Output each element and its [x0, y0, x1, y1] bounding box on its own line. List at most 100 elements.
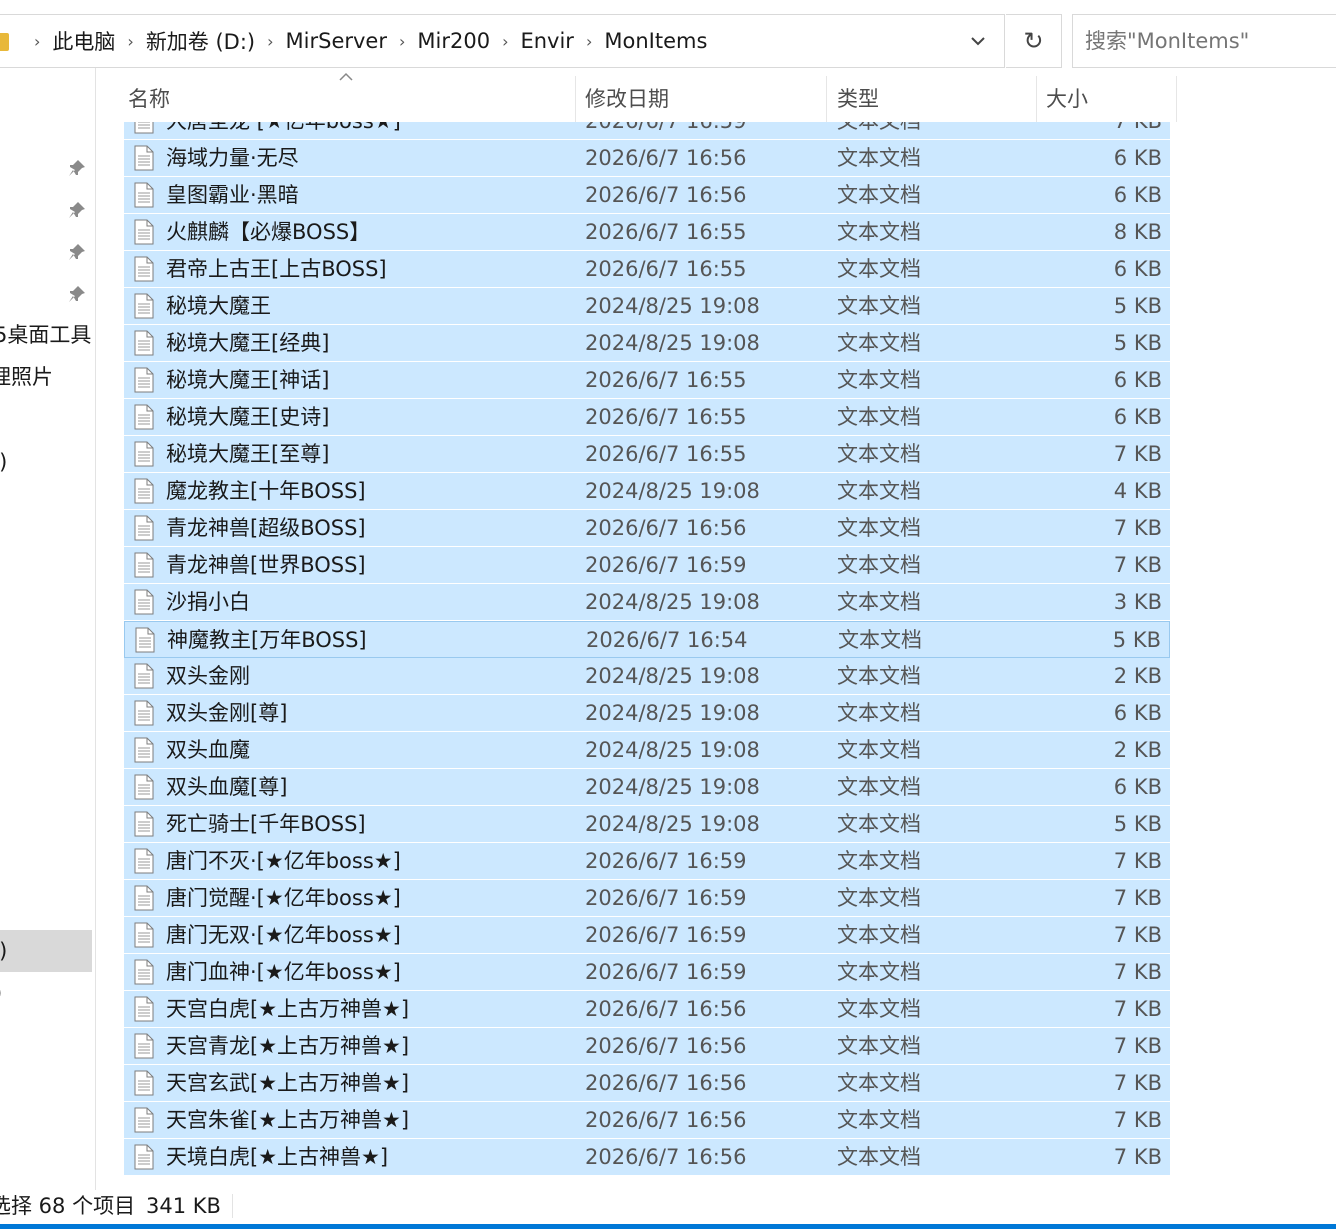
- file-type: 文本文档: [837, 664, 921, 688]
- file-modified-date: 2026/6/7 16:59: [585, 553, 747, 577]
- file-name: 双头金刚[尊]: [166, 701, 288, 725]
- file-row[interactable]: 唐门血神·[★亿年boss★] 2026/6/7 16:59 文本文档 7 KB: [124, 954, 1170, 991]
- nav-item-label: 5桌面工具: [0, 323, 92, 347]
- file-modified-date: 2026/6/7 16:55: [585, 220, 747, 244]
- file-type: 文本文档: [837, 590, 921, 614]
- column-header-size[interactable]: 大小: [1037, 76, 1177, 122]
- pin-icon[interactable]: [67, 284, 87, 304]
- file-row[interactable]: 唐门无双·[★亿年boss★] 2026/6/7 16:59 文本文档 7 KB: [124, 917, 1170, 954]
- file-row[interactable]: 秘境大魔王[史诗] 2026/6/7 16:55 文本文档 6 KB: [124, 399, 1170, 436]
- file-size: 5 KB: [1112, 628, 1161, 652]
- file-row[interactable]: 火麒麟【必爆BOSS】 2026/6/7 16:55 文本文档 8 KB: [124, 214, 1170, 251]
- file-row[interactable]: 皇图霸业·黑暗 2026/6/7 16:56 文本文档 6 KB: [124, 177, 1170, 214]
- file-name: 天宫青龙[★上古万神兽★]: [166, 1034, 410, 1058]
- text-document-icon: [134, 145, 154, 171]
- file-row[interactable]: 秘境大魔王[经典] 2024/8/25 19:08 文本文档 5 KB: [124, 325, 1170, 362]
- text-document-icon: [134, 589, 154, 615]
- file-row[interactable]: 大唐圣龙·[★亿年boss★] 2026/6/7 16:59 文本文档 7 KB: [124, 122, 1170, 140]
- file-name: 死亡骑士[千年BOSS]: [166, 812, 366, 836]
- file-row[interactable]: 唐门不灭·[★亿年boss★] 2026/6/7 16:59 文本文档 7 KB: [124, 843, 1170, 880]
- navigation-pane[interactable]: 5桌面工具 理照片 :) :) ): [0, 68, 96, 1190]
- breadcrumb-drive-d[interactable]: 新加卷 (D:): [146, 26, 255, 56]
- nav-item-drive[interactable]: :): [0, 441, 92, 483]
- window-accent-bar: [0, 1224, 1336, 1229]
- file-row[interactable]: 双头血魔 2024/8/25 19:08 文本文档 2 KB: [124, 732, 1170, 769]
- file-name: 双头血魔[尊]: [166, 775, 288, 799]
- file-modified-date: 2026/6/7 16:56: [585, 516, 747, 540]
- file-size: 6 KB: [1113, 701, 1162, 725]
- address-bar[interactable]: › 此电脑 › 新加卷 (D:) › MirServer › Mir200 › …: [0, 14, 1005, 68]
- file-name: 双头金刚: [166, 664, 250, 688]
- file-size: 7 KB: [1113, 553, 1162, 577]
- text-document-icon: [134, 478, 154, 504]
- file-row[interactable]: 双头金刚[尊] 2024/8/25 19:08 文本文档 6 KB: [124, 695, 1170, 732]
- file-row[interactable]: 君帝上古王[上古BOSS] 2026/6/7 16:55 文本文档 6 KB: [124, 251, 1170, 288]
- nav-item-drive[interactable]: ): [0, 972, 92, 1014]
- file-row[interactable]: 天宫青龙[★上古万神兽★] 2026/6/7 16:56 文本文档 7 KB: [124, 1028, 1170, 1065]
- file-row[interactable]: 天宫白虎[★上古万神兽★] 2026/6/7 16:56 文本文档 7 KB: [124, 991, 1170, 1028]
- nav-item-photos[interactable]: 理照片: [0, 356, 92, 398]
- chevron-right-icon[interactable]: ›: [502, 32, 508, 51]
- file-row[interactable]: 死亡骑士[千年BOSS] 2024/8/25 19:08 文本文档 5 KB: [124, 806, 1170, 843]
- file-row[interactable]: 神魔教主[万年BOSS] 2026/6/7 16:54 文本文档 5 KB: [124, 621, 1170, 658]
- breadcrumb-this-pc[interactable]: 此电脑: [52, 26, 115, 56]
- status-bar: 选择 68 个项目 341 KB: [0, 1190, 1336, 1222]
- file-row[interactable]: 天宫朱雀[★上古万神兽★] 2026/6/7 16:56 文本文档 7 KB: [124, 1102, 1170, 1139]
- file-size: 5 KB: [1113, 294, 1162, 318]
- address-history-dropdown[interactable]: [952, 15, 1004, 67]
- file-name: 唐门血神·[★亿年boss★]: [166, 960, 401, 984]
- file-size: 7 KB: [1113, 1034, 1162, 1058]
- file-size: 6 KB: [1113, 257, 1162, 281]
- file-list-rows: 大唐圣龙·[★亿年boss★]2026/6/7 16:59文本文档7 KB海域力…: [124, 122, 1170, 1176]
- text-document-icon: [134, 1033, 154, 1059]
- file-size: 5 KB: [1113, 812, 1162, 836]
- file-size: 7 KB: [1042, 122, 1162, 140]
- file-row[interactable]: 天宫玄武[★上古万神兽★] 2026/6/7 16:56 文本文档 7 KB: [124, 1065, 1170, 1102]
- file-type: 文本文档: [837, 1108, 921, 1132]
- file-size: 7 KB: [1113, 1108, 1162, 1132]
- file-row[interactable]: 海域力量·无尽 2026/6/7 16:56 文本文档 6 KB: [124, 140, 1170, 177]
- refresh-button[interactable]: ↻: [1006, 14, 1062, 68]
- file-name: 大唐圣龙·[★亿年boss★]: [166, 122, 576, 140]
- chevron-right-icon[interactable]: ›: [34, 32, 40, 51]
- text-document-icon: [134, 330, 154, 356]
- pin-icon[interactable]: [67, 158, 87, 178]
- nav-item-desktop-tools[interactable]: 5桌面工具: [0, 314, 92, 356]
- text-document-icon: [134, 885, 154, 911]
- search-input[interactable]: [1072, 14, 1336, 68]
- file-size: 6 KB: [1113, 405, 1162, 429]
- chevron-down-icon: [971, 37, 985, 46]
- text-document-icon: [134, 182, 154, 208]
- chevron-right-icon[interactable]: ›: [127, 32, 133, 51]
- breadcrumb-mirserver[interactable]: MirServer: [286, 29, 387, 53]
- column-header-type[interactable]: 类型: [827, 76, 1037, 122]
- file-row[interactable]: 青龙神兽[世界BOSS] 2026/6/7 16:59 文本文档 7 KB: [124, 547, 1170, 584]
- chevron-right-icon[interactable]: ›: [267, 32, 273, 51]
- file-row[interactable]: 唐门觉醒·[★亿年boss★] 2026/6/7 16:59 文本文档 7 KB: [124, 880, 1170, 917]
- nav-item-drive-selected[interactable]: :): [0, 930, 92, 972]
- pin-icon[interactable]: [67, 200, 87, 220]
- file-row[interactable]: 青龙神兽[超级BOSS] 2026/6/7 16:56 文本文档 7 KB: [124, 510, 1170, 547]
- file-row[interactable]: 秘境大魔王[神话] 2026/6/7 16:55 文本文档 6 KB: [124, 362, 1170, 399]
- column-header-date[interactable]: 修改日期: [576, 76, 827, 122]
- file-row[interactable]: 秘境大魔王[至尊] 2026/6/7 16:55 文本文档 7 KB: [124, 436, 1170, 473]
- chevron-right-icon[interactable]: ›: [399, 32, 405, 51]
- file-row[interactable]: 沙捐小白 2024/8/25 19:08 文本文档 3 KB: [124, 584, 1170, 621]
- file-name: 秘境大魔王: [166, 294, 271, 318]
- pin-icon[interactable]: [67, 242, 87, 262]
- file-list[interactable]: 大唐圣龙·[★亿年boss★]2026/6/7 16:59文本文档7 KB海域力…: [124, 122, 1170, 1184]
- file-row[interactable]: 魔龙教主[十年BOSS] 2024/8/25 19:08 文本文档 4 KB: [124, 473, 1170, 510]
- file-row[interactable]: 双头金刚 2024/8/25 19:08 文本文档 2 KB: [124, 658, 1170, 695]
- breadcrumb-envir[interactable]: Envir: [520, 29, 573, 53]
- file-row[interactable]: 天境白虎[★上古神兽★] 2026/6/7 16:56 文本文档 7 KB: [124, 1139, 1170, 1176]
- chevron-right-icon[interactable]: ›: [586, 32, 592, 51]
- column-header-name[interactable]: 名称: [124, 76, 576, 122]
- file-type: 文本文档: [837, 405, 921, 429]
- breadcrumb-mir200[interactable]: Mir200: [417, 29, 490, 53]
- file-row[interactable]: 秘境大魔王 2024/8/25 19:08 文本文档 5 KB: [124, 288, 1170, 325]
- file-modified-date: 2026/6/7 16:56: [585, 146, 747, 170]
- file-type: 文本文档: [837, 812, 921, 836]
- breadcrumb-monitems[interactable]: MonItems: [604, 29, 707, 53]
- file-row[interactable]: 双头血魔[尊] 2024/8/25 19:08 文本文档 6 KB: [124, 769, 1170, 806]
- file-name: 皇图霸业·黑暗: [166, 183, 299, 207]
